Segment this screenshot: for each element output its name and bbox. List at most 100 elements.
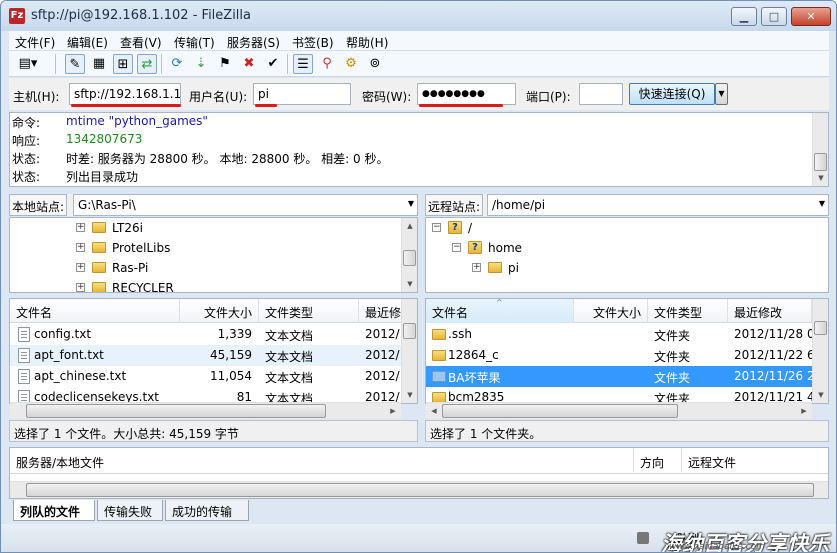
remote-list-scrollbar-thumb[interactable] (814, 321, 827, 335)
folder-icon (92, 222, 106, 233)
process-queue-button[interactable]: ⇣ (191, 54, 211, 74)
menu-bookmarks[interactable]: 书签(B) (292, 34, 334, 51)
column-direction[interactable]: 方向 (634, 448, 682, 472)
column-remote-file[interactable]: 远程文件 (682, 448, 828, 472)
local-list-scrollbar[interactable]: ▼ (401, 299, 417, 403)
site-manager-button[interactable]: ▤▾ (13, 54, 43, 74)
scroll-right-icon[interactable]: ▶ (385, 403, 401, 419)
file-row[interactable]: config.txt 1,339 文本文档 2012/: (10, 324, 402, 345)
queue-hscrollbar-thumb[interactable] (26, 483, 814, 497)
tree-item[interactable]: + ProtelLibs (10, 238, 402, 258)
host-highlight-underline (71, 104, 181, 107)
log-message: mtime "python_games" (66, 114, 208, 128)
reconnect-button[interactable]: ✔ (263, 54, 283, 74)
scroll-down-icon[interactable]: ▼ (402, 387, 417, 403)
toggle-remote-tree-button[interactable]: ⊞ (113, 54, 133, 74)
menu-server[interactable]: 服务器(S) (227, 34, 280, 51)
tab-successful-transfers[interactable]: 成功的传输 (165, 500, 249, 521)
column-filename[interactable]: 文件名 (10, 299, 180, 323)
remote-path-combo[interactable]: /home/pi ▼ (487, 194, 829, 216)
filter-icon: ☰ (297, 57, 309, 72)
local-list-scrollbar-thumb[interactable] (403, 323, 416, 339)
tree-item[interactable]: + Ras-Pi (10, 258, 402, 278)
local-file-list-header: 文件名 文件大小 文件类型 最近修 (10, 299, 402, 323)
username-input[interactable]: pi (253, 83, 351, 105)
directory-listing-filter-button[interactable]: ☰ (293, 54, 313, 74)
menu-transfer[interactable]: 传输(T) (174, 34, 215, 51)
toggle-queue-button[interactable]: ⇄ (137, 54, 157, 74)
unknown-folder-icon: ? (468, 241, 482, 254)
host-input[interactable]: sftp://192.168.1.1 (69, 83, 181, 105)
compare-icon: ⚙ (345, 56, 357, 71)
tree-item[interactable]: + LT26i (10, 218, 402, 238)
toggle-log-button[interactable]: ✎ (65, 54, 85, 74)
expand-icon: + (76, 222, 85, 232)
toggle-tree-button[interactable]: ▦ (89, 54, 109, 74)
search-button[interactable]: ⊚ (365, 54, 385, 74)
scroll-down-icon[interactable]: ▼ (402, 276, 417, 292)
menu-edit[interactable]: 编辑(E) (67, 34, 108, 51)
scroll-up-icon[interactable]: ▲ (402, 218, 417, 234)
disconnect-button[interactable]: ✖ (239, 54, 259, 74)
column-filetype[interactable]: 文件类型 (648, 299, 728, 323)
column-filesize[interactable]: 文件大小 (574, 299, 648, 323)
queue-hscrollbar[interactable] (10, 481, 828, 498)
local-path-combo[interactable]: G:\Ras-Pi\ ▼ (73, 194, 418, 216)
local-status: 选择了 1 个文件。大小总共: 45,159 字节 (9, 420, 418, 442)
remote-list-scrollbar[interactable]: ▼ (812, 299, 828, 403)
column-filetype[interactable]: 文件类型 (259, 299, 359, 323)
file-row[interactable]: BA坏苹果 文件夹 2012/11/26 2 (426, 366, 812, 387)
quickconnect-history-dropdown[interactable]: ▼ (715, 83, 728, 105)
port-input[interactable] (579, 83, 623, 105)
quickconnect-button[interactable]: 快速连接(Q) (629, 83, 715, 105)
refresh-button[interactable]: ⟳ (167, 54, 187, 74)
scroll-right-icon[interactable]: ▶ (796, 403, 812, 419)
tree-item[interactable]: + RECYCLER (10, 278, 402, 292)
log-scrollbar-thumb[interactable] (814, 153, 827, 171)
sort-ascending-icon: ^ (496, 299, 503, 307)
column-filesize[interactable]: 文件大小 (180, 299, 259, 323)
file-row[interactable]: .ssh 文件夹 2012/11/28 0 (426, 324, 812, 345)
tab-queued-files[interactable]: 列队的文件 (13, 500, 95, 521)
close-button[interactable]: ✕ (791, 7, 831, 26)
tree-item[interactable]: −? home (426, 238, 826, 258)
sync-browsing-button[interactable]: ⚲ (317, 54, 337, 74)
local-tree-scrollbar[interactable]: ▲ ▼ (401, 218, 417, 292)
compare-button[interactable]: ⚙ (341, 54, 361, 74)
file-type: 文件夹 (654, 329, 691, 343)
remote-list-hscrollbar-thumb[interactable] (442, 404, 678, 418)
file-icon (18, 348, 30, 363)
column-modified[interactable]: 最近修改 (728, 299, 812, 323)
local-tree-scrollbar-thumb[interactable] (403, 250, 416, 266)
maximize-button[interactable]: □ (761, 7, 787, 26)
menu-file[interactable]: 文件(F) (15, 34, 55, 51)
tree-item-label: pi (508, 261, 519, 275)
folder-icon (92, 262, 106, 273)
log-scrollbar[interactable]: ▼ (812, 113, 828, 186)
status-bar: 队列: 海纳百客分享快乐 www.hainabaike.com (1, 524, 836, 552)
folder-icon (488, 262, 502, 273)
file-row[interactable]: 12864_c 文件夹 2012/11/22 6 (426, 345, 812, 366)
tab-failed-transfers[interactable]: 传输失败 (97, 500, 163, 521)
minimize-button[interactable]: ▁ (731, 7, 757, 26)
window-title: sftp://pi@192.168.1.102 - FileZilla (31, 8, 251, 23)
column-filename[interactable]: 文件名 ^ (426, 299, 574, 323)
local-list-hscrollbar-thumb[interactable] (26, 404, 326, 418)
local-list-hscrollbar[interactable]: ▶ (10, 402, 401, 419)
remote-list-hscrollbar[interactable]: ◀ ▶ (426, 402, 812, 419)
tree-item[interactable]: + pi (426, 258, 826, 278)
column-server-local-file[interactable]: 服务器/本地文件 (10, 448, 634, 472)
tree-item[interactable]: −? / (426, 218, 826, 238)
log-label: 状态: (12, 152, 41, 166)
scroll-left-icon[interactable]: ◀ (426, 403, 442, 419)
scroll-down-icon[interactable]: ▼ (813, 170, 828, 186)
file-row[interactable]: apt_font.txt 45,159 文本文档 2012/: (10, 345, 402, 366)
password-input[interactable]: ●●●●●●●● (417, 83, 516, 105)
remote-status: 选择了 1 个文件夹。 (425, 420, 829, 442)
file-row[interactable]: apt_chinese.txt 11,054 文本文档 2012/: (10, 366, 402, 387)
menu-help[interactable]: 帮助(H) (346, 34, 388, 51)
menu-view[interactable]: 查看(V) (120, 34, 162, 51)
log-message: 列出目录成功 (66, 170, 139, 184)
scroll-down-icon[interactable]: ▼ (813, 387, 828, 403)
cancel-button[interactable]: ⚑ (215, 54, 235, 74)
